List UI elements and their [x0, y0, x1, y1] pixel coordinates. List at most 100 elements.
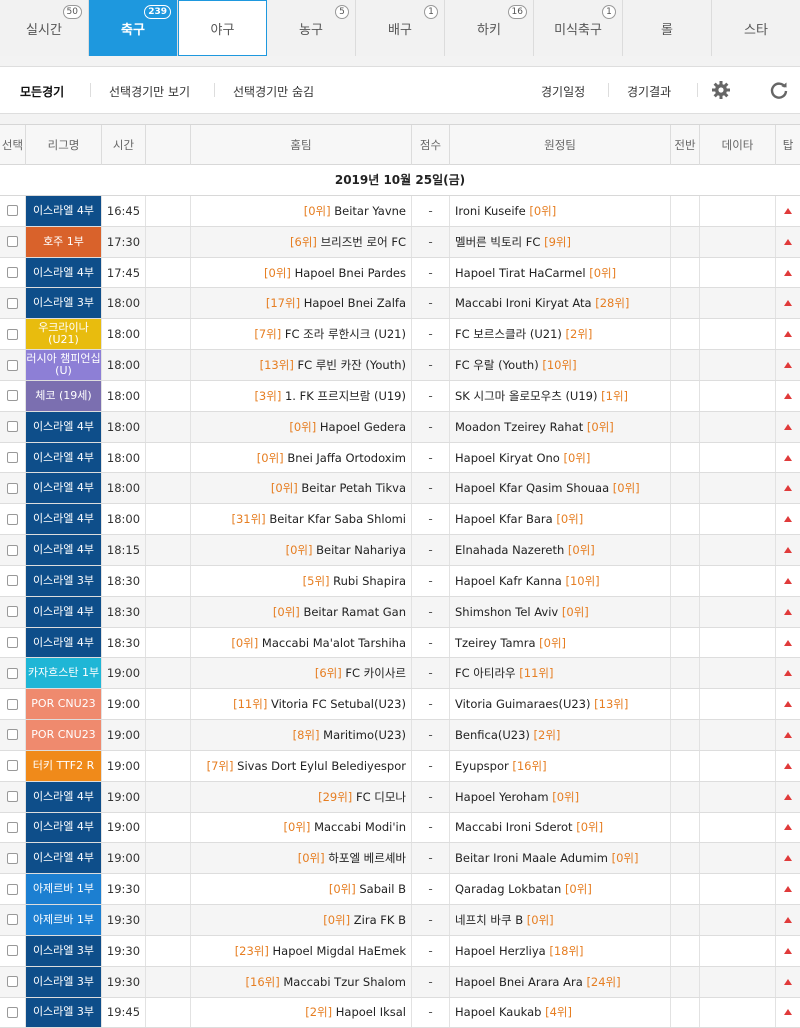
league-badge[interactable]: 이스라엘 4부: [26, 596, 101, 627]
league-badge[interactable]: 이스라엘 4부: [26, 627, 101, 658]
scroll-top-arrow-icon[interactable]: [784, 238, 792, 245]
scroll-top-arrow-icon[interactable]: [784, 454, 792, 461]
league-badge[interactable]: 이스라엘 4부: [26, 812, 101, 843]
table-row[interactable]: 아제르바 1부 19:30 [0위] Sabail B - Qaradag Lokbat…: [0, 874, 800, 906]
tab-hockey[interactable]: 하키 16: [445, 0, 534, 56]
select-checkbox[interactable]: [7, 575, 18, 587]
table-row[interactable]: 이스라엘 4부 18:00 [0위] Bnei Jaffa Ortodoxim - Ha…: [0, 442, 800, 474]
select-checkbox[interactable]: [7, 760, 18, 772]
select-checkbox[interactable]: [7, 452, 18, 464]
tab-american-football[interactable]: 미식축구 1: [534, 0, 623, 56]
scroll-top-arrow-icon[interactable]: [784, 1009, 792, 1016]
select-checkbox[interactable]: [7, 1006, 18, 1018]
table-row[interactable]: 이스라엘 3부 19:45 [2위] Hapoel Iksal - Hapoel Kau…: [0, 997, 800, 1028]
table-row[interactable]: 체코 (19세) 18:00 [3위] 1. FK 프르지브람 (U19) - SK 시…: [0, 380, 800, 412]
scroll-top-arrow-icon[interactable]: [784, 762, 792, 769]
select-checkbox[interactable]: [7, 328, 18, 340]
league-badge[interactable]: 아제르바 1부: [26, 874, 101, 905]
league-badge[interactable]: 호주 1부: [26, 226, 101, 257]
select-checkbox[interactable]: [7, 667, 18, 679]
league-badge[interactable]: 이스라엘 3부: [26, 935, 101, 966]
table-row[interactable]: 이스라엘 4부 18:00 [0위] Hapoel Gedera - Moadon Tz…: [0, 411, 800, 443]
select-checkbox[interactable]: [7, 821, 18, 833]
scroll-top-arrow-icon[interactable]: [784, 916, 792, 923]
scroll-top-arrow-icon[interactable]: [784, 639, 792, 646]
filter-show-selected[interactable]: 선택경기만 보기: [109, 83, 190, 100]
table-row[interactable]: 카자흐스탄 1부 19:00 [6위] FC 카이사르 - FC 아티라우 [11위]: [0, 658, 800, 690]
table-row[interactable]: 이스라엘 4부 18:30 [0위] Beitar Ramat Gan - Shimsh…: [0, 596, 800, 628]
scroll-top-arrow-icon[interactable]: [784, 947, 792, 954]
tab-live[interactable]: 실시간 50: [0, 0, 89, 56]
league-badge[interactable]: 이스라엘 4부: [26, 781, 101, 812]
table-row[interactable]: 이스라엘 4부 19:00 [0위] Maccabi Modi'in - Maccabi…: [0, 812, 800, 844]
select-checkbox[interactable]: [7, 606, 18, 618]
select-checkbox[interactable]: [7, 513, 18, 525]
tab-volleyball[interactable]: 배구 1: [356, 0, 445, 56]
table-row[interactable]: 터키 TTF2 R 19:00 [7위] Sivas Dort Eylul Bele…: [0, 750, 800, 782]
table-row[interactable]: 아제르바 1부 19:30 [0위] Zira FK B - 네프치 바쿠 B [0위]: [0, 905, 800, 936]
scroll-top-arrow-icon[interactable]: [784, 423, 792, 430]
table-row[interactable]: 이스라엘 4부 18:30 [0위] Maccabi Ma'alot Tarshih…: [0, 627, 800, 659]
table-row[interactable]: 이스라엘 4부 17:45 [0위] Hapoel Bnei Pardes - Hapo…: [0, 257, 800, 289]
table-row[interactable]: 우크라이나(U21) 18:00 [7위] FC 조라 루한시크 (U21) - FC …: [0, 319, 800, 351]
scroll-top-arrow-icon[interactable]: [784, 547, 792, 554]
select-checkbox[interactable]: [7, 297, 18, 309]
filter-all-games[interactable]: 모든경기: [20, 83, 64, 100]
league-badge[interactable]: 이스라엘 4부: [26, 411, 101, 442]
select-checkbox[interactable]: [7, 390, 18, 402]
refresh-icon[interactable]: [768, 79, 790, 101]
table-row[interactable]: 러시아 챔피언십 (U) 18:00 [13위] FC 루빈 카잔 (Youth) -…: [0, 350, 800, 381]
table-row[interactable]: 이스라엘 3부 18:30 [5위] Rubi Shapira - Hapoel Kaf…: [0, 565, 800, 597]
league-badge[interactable]: 체코 (19세): [26, 380, 101, 411]
league-badge[interactable]: POR CNU23: [26, 689, 101, 720]
scroll-top-arrow-icon[interactable]: [784, 331, 792, 338]
schedule-link[interactable]: 경기일정: [541, 83, 585, 100]
scroll-top-arrow-icon[interactable]: [784, 793, 792, 800]
select-checkbox[interactable]: [7, 421, 18, 433]
table-row[interactable]: 이스라엘 4부 18:00 [31위] Beitar Kfar Saba Shlom…: [0, 504, 800, 536]
league-badge[interactable]: 아제르바 1부: [26, 905, 101, 935]
filter-hide-selected[interactable]: 선택경기만 숨김: [233, 83, 314, 100]
select-checkbox[interactable]: [7, 637, 18, 648]
select-checkbox[interactable]: [7, 544, 18, 556]
select-checkbox[interactable]: [7, 883, 18, 895]
select-checkbox[interactable]: [7, 359, 18, 371]
scroll-top-arrow-icon[interactable]: [784, 516, 792, 523]
scroll-top-arrow-icon[interactable]: [784, 300, 792, 307]
scroll-top-arrow-icon[interactable]: [784, 855, 792, 862]
table-row[interactable]: 이스라엘 3부 19:30 [23위] Hapoel Migdal HaEmek - H…: [0, 935, 800, 967]
table-row[interactable]: 이스라엘 3부 18:00 [17위] Hapoel Bnei Zalfa - Macc…: [0, 288, 800, 320]
tab-soccer[interactable]: 축구 239: [89, 0, 178, 56]
league-badge[interactable]: 우크라이나(U21): [26, 319, 101, 350]
league-badge[interactable]: 이스라엘 4부: [26, 535, 101, 565]
scroll-top-arrow-icon[interactable]: [784, 362, 792, 369]
scroll-top-arrow-icon[interactable]: [784, 701, 792, 708]
select-checkbox[interactable]: [7, 852, 18, 864]
tab-baseball[interactable]: 야구: [178, 0, 267, 56]
league-badge[interactable]: 이스라엘 3부: [26, 997, 101, 1028]
table-row[interactable]: 이스라엘 4부 16:45 [0위] Beitar Yavne - Ironi Kuse…: [0, 196, 800, 227]
table-row[interactable]: POR CNU23 19:00 [11위] Vitoria FC Setubal(U…: [0, 689, 800, 721]
league-badge[interactable]: 카자흐스탄 1부: [26, 658, 101, 689]
league-badge[interactable]: 이스라엘 4부: [26, 257, 101, 288]
league-badge[interactable]: 이스라엘 4부: [26, 196, 101, 226]
select-checkbox[interactable]: [7, 698, 18, 710]
scroll-top-arrow-icon[interactable]: [784, 485, 792, 492]
results-link[interactable]: 경기결과: [627, 83, 671, 100]
league-badge[interactable]: 이스라엘 4부: [26, 843, 101, 874]
scroll-top-arrow-icon[interactable]: [784, 886, 792, 893]
league-badge[interactable]: 이스라엘 3부: [26, 288, 101, 319]
select-checkbox[interactable]: [7, 914, 18, 926]
table-row[interactable]: POR CNU23 19:00 [8위] Maritimo(U23) - Benfica…: [0, 720, 800, 751]
gear-icon[interactable]: [710, 79, 732, 101]
select-checkbox[interactable]: [7, 729, 18, 741]
league-badge[interactable]: 이스라엘 3부: [26, 966, 101, 997]
scroll-top-arrow-icon[interactable]: [784, 392, 792, 399]
scroll-top-arrow-icon[interactable]: [784, 670, 792, 677]
select-checkbox[interactable]: [7, 267, 18, 279]
table-row[interactable]: 호주 1부 17:30 [6위] 브리즈번 로어 FC - 멜버른 빅토리 FC [9위…: [0, 226, 800, 258]
scroll-top-arrow-icon[interactable]: [784, 269, 792, 276]
tab-lol[interactable]: 롤: [623, 0, 712, 56]
scroll-top-arrow-icon[interactable]: [784, 577, 792, 584]
league-badge[interactable]: 러시아 챔피언십 (U): [26, 350, 101, 380]
